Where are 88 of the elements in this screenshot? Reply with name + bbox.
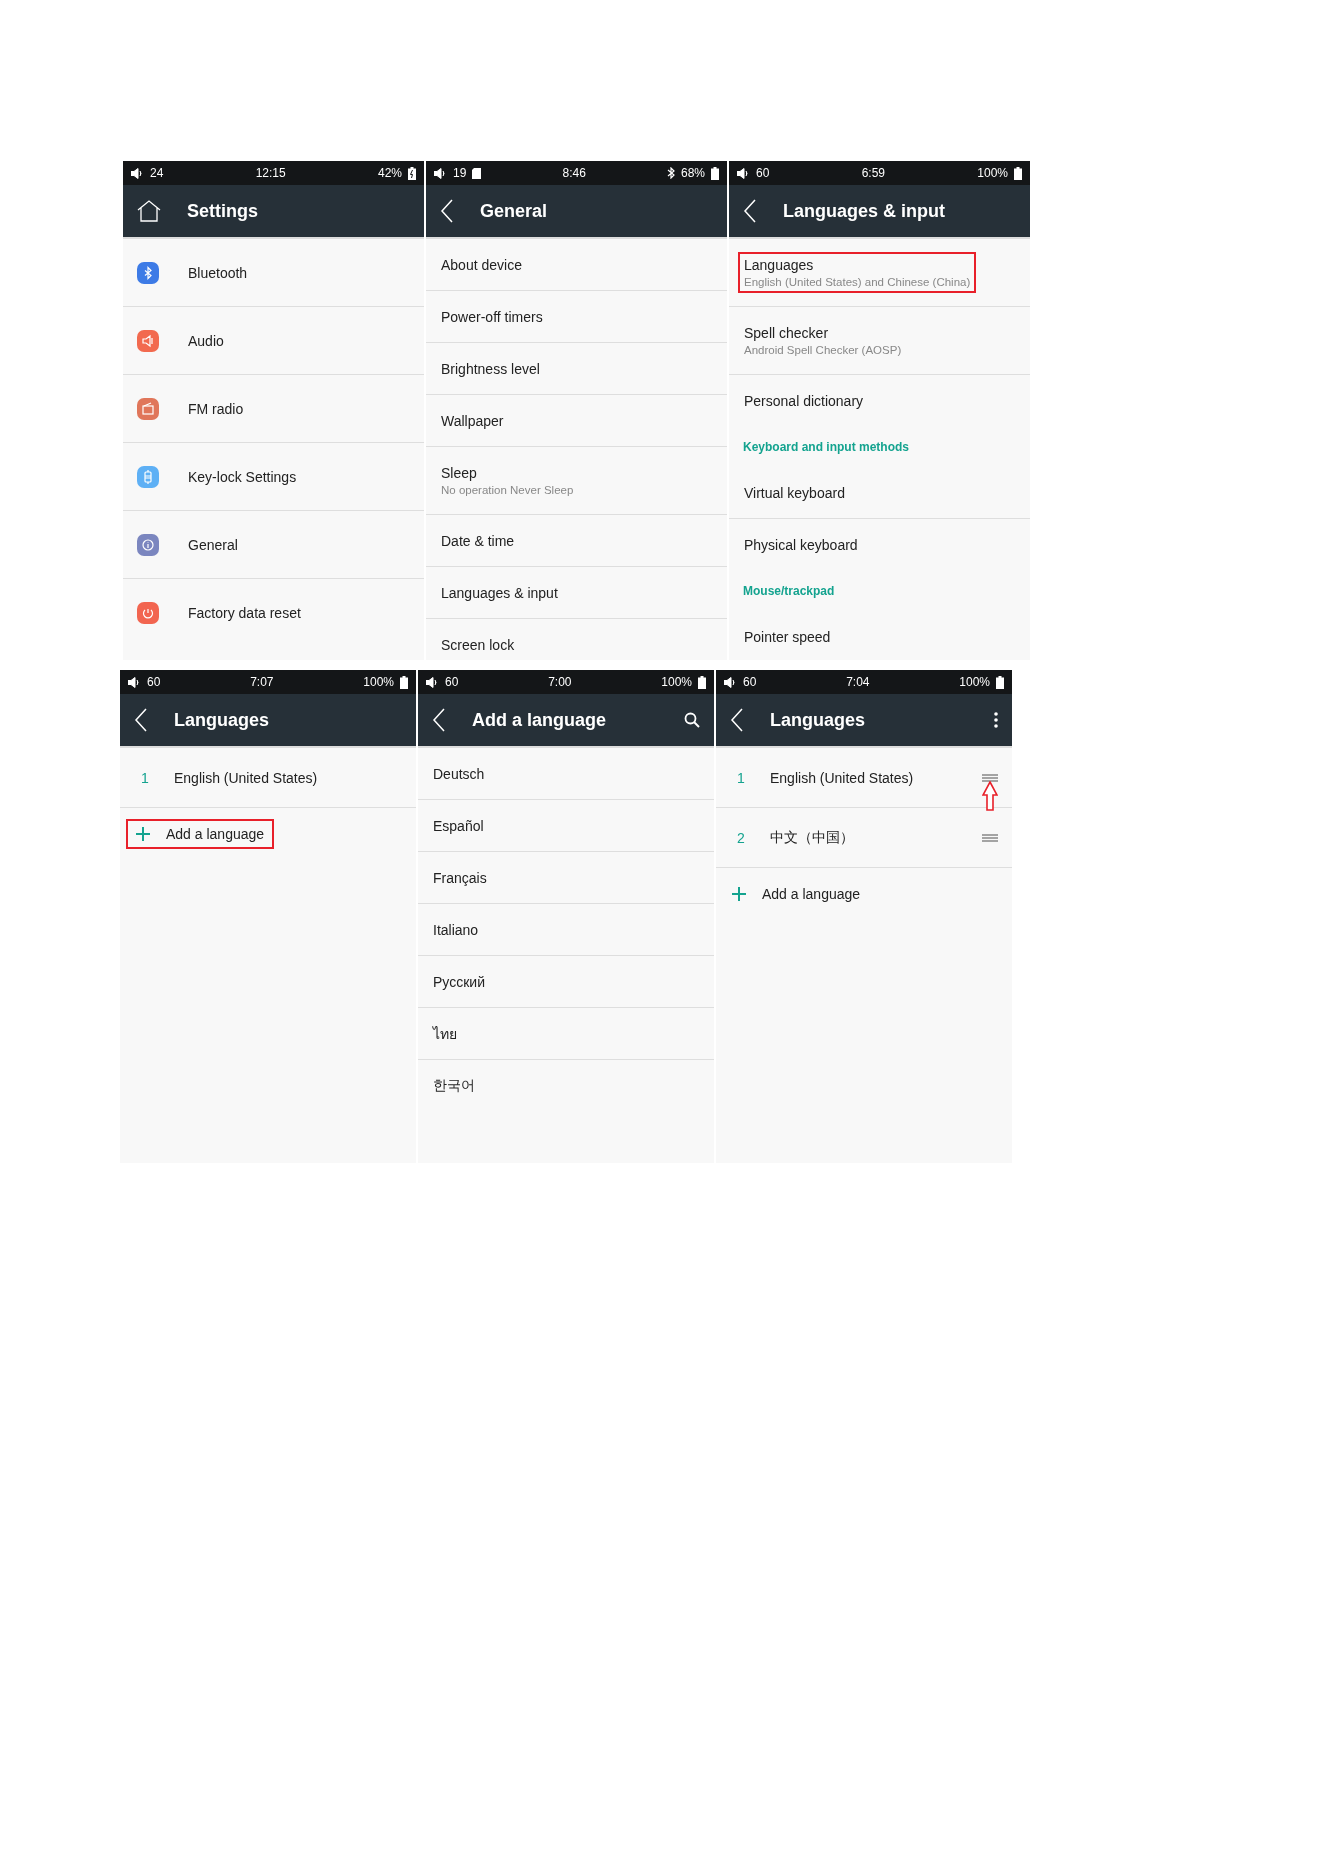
menu-item[interactable]: Brightness level — [441, 360, 540, 377]
battery-percent: 100% — [661, 675, 692, 689]
drag-handle-icon[interactable] — [982, 833, 998, 842]
settings-item[interactable]: FM radio — [188, 400, 244, 417]
item-summary: English (United States) and Chinese (China) — [744, 276, 971, 288]
menu-item[interactable]: Pointer speed — [744, 628, 831, 645]
settings-item[interactable]: Key-lock Settings — [188, 468, 297, 485]
screen-title: Languages & input — [783, 200, 946, 222]
more-menu-icon[interactable] — [994, 712, 998, 728]
back-icon[interactable] — [743, 199, 757, 223]
volume-icon — [131, 167, 144, 179]
battery-icon — [711, 166, 719, 180]
back-icon[interactable] — [432, 708, 446, 732]
add-language-button[interactable]: Add a language — [126, 819, 275, 849]
menu-item[interactable]: Русский — [433, 973, 485, 990]
menu-item[interactable]: Date & time — [441, 532, 515, 549]
menu-item[interactable]: Spell checker — [744, 325, 902, 341]
language-item[interactable]: English (United States) — [174, 769, 368, 786]
battery-percent: 68% — [680, 166, 705, 180]
status-time: 6:59 — [860, 166, 886, 180]
battery-icon — [400, 675, 408, 689]
battery-percent: 100% — [363, 675, 394, 689]
menu-item[interactable]: Languages & input — [441, 584, 558, 601]
section-heading: Mouse/trackpad — [742, 583, 836, 600]
screen-title: Add a language — [472, 709, 607, 731]
menu-item[interactable]: Français — [433, 869, 487, 886]
screen-title: Languages — [174, 709, 271, 731]
battery-icon — [1014, 166, 1022, 180]
section-heading: Keyboard and input methods — [742, 439, 910, 456]
language-item[interactable]: English (United States) — [770, 769, 964, 786]
volume-icon — [434, 167, 447, 179]
language-rank: 2 — [736, 829, 746, 846]
battery-percent: 100% — [959, 675, 990, 689]
status-time: 7:07 — [249, 675, 275, 689]
language-rank: 1 — [140, 769, 150, 786]
menu-item[interactable]: ไทย — [433, 1022, 457, 1045]
volume-icon — [737, 167, 750, 179]
item-summary: No operation Never Sleep — [441, 484, 574, 496]
screen-title: General — [480, 200, 549, 222]
menu-item[interactable]: 한국어 — [433, 1076, 475, 1095]
menu-item[interactable]: Español — [433, 817, 484, 834]
back-icon[interactable] — [134, 708, 148, 732]
search-icon[interactable] — [684, 712, 700, 728]
menu-item[interactable]: Screen lock — [441, 636, 515, 653]
settings-item[interactable]: Factory data reset — [188, 604, 301, 621]
volume-level: 60 — [445, 675, 459, 689]
menu-item[interactable]: Personal dictionary — [744, 392, 864, 409]
menu-item[interactable]: Virtual keyboard — [744, 484, 845, 501]
volume-level: 60 — [756, 166, 770, 180]
screen-title: Settings — [187, 200, 259, 222]
settings-item[interactable]: General — [188, 536, 238, 553]
status-time: 7:00 — [547, 675, 573, 689]
menu-item[interactable]: Wallpaper — [441, 412, 504, 429]
drag-handle-icon[interactable] — [982, 773, 998, 782]
settings-item[interactable]: Bluetooth — [188, 264, 248, 281]
status-time: 7:04 — [845, 675, 871, 689]
menu-item[interactable]: Deutsch — [433, 765, 485, 782]
volume-level: 60 — [743, 675, 757, 689]
menu-item[interactable]: Languages — [744, 257, 971, 273]
volume-icon — [426, 676, 439, 688]
status-time: 8:46 — [561, 166, 587, 180]
plus-icon — [732, 887, 746, 901]
menu-item[interactable]: Physical keyboard — [744, 536, 858, 553]
item-summary: Android Spell Checker (AOSP) — [744, 344, 902, 356]
battery-charging-icon — [408, 166, 416, 180]
volume-level: 19 — [453, 166, 467, 180]
battery-percent: 42% — [377, 166, 402, 180]
battery-icon — [698, 675, 706, 689]
volume-icon — [724, 676, 737, 688]
menu-item[interactable]: Power-off timers — [441, 308, 543, 325]
back-icon[interactable] — [440, 199, 454, 223]
language-rank: 1 — [736, 769, 746, 786]
volume-level: 24 — [150, 166, 164, 180]
menu-item[interactable]: Italiano — [433, 921, 479, 938]
screen-title: Languages — [770, 709, 867, 731]
back-icon[interactable] — [730, 708, 744, 732]
menu-item[interactable]: About device — [441, 256, 522, 273]
battery-icon — [996, 675, 1004, 689]
battery-percent: 100% — [977, 166, 1008, 180]
plus-icon — [136, 827, 150, 841]
menu-item[interactable]: Sleep — [441, 465, 574, 481]
home-icon[interactable] — [137, 200, 161, 222]
add-language-button[interactable]: Add a language — [722, 879, 871, 909]
volume-icon — [128, 676, 141, 688]
volume-level: 60 — [147, 675, 161, 689]
settings-item[interactable]: Audio — [188, 332, 224, 349]
status-time: 12:15 — [254, 166, 287, 180]
language-item[interactable]: 中文（中国） — [770, 828, 964, 847]
